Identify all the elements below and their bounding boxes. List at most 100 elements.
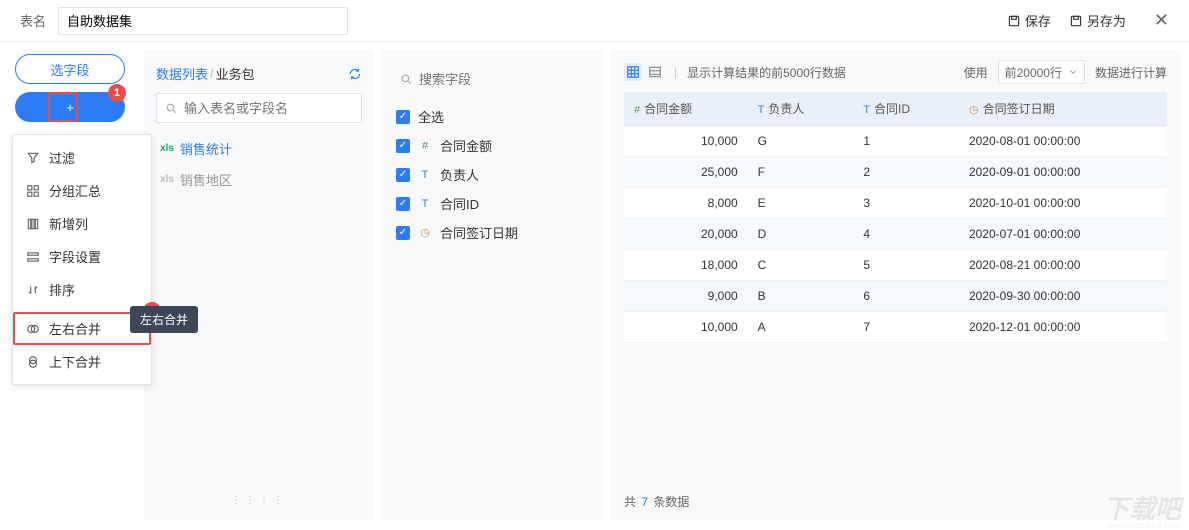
preview-hint: 显示计算结果的前5000行数据 xyxy=(687,64,846,81)
field-label: 合同签订日期 xyxy=(440,223,518,242)
menu-sort[interactable]: 排序 xyxy=(13,273,151,306)
menu-hjoin-label: 左右合并 xyxy=(49,319,101,338)
cell-person: F xyxy=(748,157,854,188)
preview-panel: | 显示计算结果的前5000行数据 使用 前20000行 数据进行计算 #合同金… xyxy=(610,50,1181,520)
col-date[interactable]: ◷ 合同签订日期 xyxy=(959,92,1167,126)
refresh-button[interactable] xyxy=(348,67,362,81)
field-search[interactable] xyxy=(394,64,590,94)
use-label: 使用 xyxy=(964,64,988,81)
cell-person: B xyxy=(748,281,854,312)
search-icon xyxy=(165,102,178,115)
fields-panel: ✓ 全选 ✓ # 合同金额 ✓ T 负责人 ✓ T 合同ID ✓ ◷ 合同签订日… xyxy=(382,50,602,520)
group-icon xyxy=(25,184,41,198)
table-item-label: 销售统计 xyxy=(180,139,232,158)
menu-sort-label: 排序 xyxy=(49,280,75,299)
field-person[interactable]: ✓ T 负责人 xyxy=(394,160,590,189)
table-row[interactable]: 10,000A72020-12-01 00:00:00 xyxy=(624,312,1167,343)
menu-group-label: 分组汇总 xyxy=(49,181,101,200)
field-search-input[interactable] xyxy=(419,72,595,87)
calc-label: 数据进行计算 xyxy=(1095,64,1167,81)
hjoin-icon xyxy=(25,322,41,336)
cell-date: 2020-08-21 00:00:00 xyxy=(959,250,1167,281)
rows-select[interactable]: 前20000行 xyxy=(998,60,1085,84)
table-row[interactable]: 10,000G12020-08-01 00:00:00 xyxy=(624,126,1167,157)
menu-filter[interactable]: 过滤 xyxy=(13,141,151,174)
field-contract-id[interactable]: ✓ T 合同ID xyxy=(394,189,590,218)
tables-panel: 数据列表 / 业务包 xls 销售统计 xls 销售地区 ⋮⋮⋮⋮ xyxy=(144,50,374,520)
select-fields-button[interactable]: 选字段 xyxy=(15,54,125,84)
save-button[interactable]: 保存 xyxy=(1007,11,1051,30)
menu-fieldset[interactable]: 字段设置 xyxy=(13,240,151,273)
cell-person: A xyxy=(748,312,854,343)
col-label: 合同签订日期 xyxy=(983,102,1055,116)
cell-amount: 18,000 xyxy=(624,250,748,281)
table-item-sales-region[interactable]: xls 销售地区 xyxy=(156,164,362,195)
menu-newcol[interactable]: 新增列 xyxy=(13,207,151,240)
col-amount[interactable]: #合同金额 xyxy=(624,92,748,126)
table-row[interactable]: 25,000F22020-09-01 00:00:00 xyxy=(624,157,1167,188)
sort-icon xyxy=(25,283,41,297)
field-label: 合同ID xyxy=(440,194,479,213)
checkbox-icon: ✓ xyxy=(396,226,410,240)
col-id[interactable]: T合同ID xyxy=(853,92,959,126)
table-search-input[interactable] xyxy=(184,101,360,116)
cell-id: 2 xyxy=(853,157,959,188)
table-search[interactable] xyxy=(156,93,362,123)
col-person[interactable]: T负责人 xyxy=(748,92,854,126)
table-header-row: #合同金额 T负责人 T合同ID ◷合同签订日期 xyxy=(624,92,1167,126)
checkbox-icon: ✓ xyxy=(396,197,410,211)
cell-amount: 20,000 xyxy=(624,219,748,250)
menu-group[interactable]: 分组汇总 xyxy=(13,174,151,207)
col-label: 负责人 xyxy=(768,102,804,116)
table-name-label: 表名 xyxy=(20,11,46,30)
field-label: 负责人 xyxy=(440,165,479,184)
cell-amount: 9,000 xyxy=(624,281,748,312)
footer-count: 7 xyxy=(641,495,648,509)
tab-biz-pkg[interactable]: 业务包 xyxy=(216,64,255,83)
field-all-label: 全选 xyxy=(418,107,444,126)
footer-suffix: 条数据 xyxy=(653,495,689,509)
text-type-icon: T xyxy=(418,198,432,210)
close-button[interactable]: ✕ xyxy=(1154,10,1169,31)
checkbox-icon: ✓ xyxy=(396,168,410,182)
cell-person: E xyxy=(748,188,854,219)
cell-date: 2020-09-30 00:00:00 xyxy=(959,281,1167,312)
refresh-icon xyxy=(348,67,362,81)
date-type-icon: ◷ xyxy=(969,104,979,116)
table-item-sales-stats[interactable]: xls 销售统计 xyxy=(156,133,362,164)
cell-date: 2020-10-01 00:00:00 xyxy=(959,188,1167,219)
cell-amount: 25,000 xyxy=(624,157,748,188)
cell-id: 5 xyxy=(853,250,959,281)
field-sign-date[interactable]: ✓ ◷ 合同签订日期 xyxy=(394,218,590,247)
table-row[interactable]: 20,000D42020-07-01 00:00:00 xyxy=(624,219,1167,250)
save-as-button[interactable]: 另存为 xyxy=(1069,11,1126,30)
cell-amount: 8,000 xyxy=(624,188,748,219)
hjoin-tooltip: 左右合并 xyxy=(130,306,198,333)
fieldset-icon xyxy=(25,250,41,264)
table-row[interactable]: 9,000B62020-09-30 00:00:00 xyxy=(624,281,1167,312)
list-view-button[interactable] xyxy=(646,63,664,81)
tab-separator: / xyxy=(210,66,214,81)
field-amount[interactable]: ✓ # 合同金额 xyxy=(394,131,590,160)
menu-vjoin[interactable]: 上下合并 xyxy=(13,345,151,378)
cell-person: G xyxy=(748,126,854,157)
table-row[interactable]: 8,000E32020-10-01 00:00:00 xyxy=(624,188,1167,219)
tab-data-list[interactable]: 数据列表 xyxy=(156,64,208,83)
field-select-all[interactable]: ✓ 全选 xyxy=(394,102,590,131)
cell-id: 6 xyxy=(853,281,959,312)
grid-view-button[interactable] xyxy=(624,63,642,81)
table-row[interactable]: 18,000C52020-08-21 00:00:00 xyxy=(624,250,1167,281)
callout-badge-1: 1 xyxy=(108,84,126,102)
cell-date: 2020-09-01 00:00:00 xyxy=(959,157,1167,188)
select-fields-label: 选字段 xyxy=(50,60,89,79)
chevron-down-icon xyxy=(1068,67,1078,77)
save-icon xyxy=(1007,14,1021,28)
cell-id: 7 xyxy=(853,312,959,343)
save-as-icon xyxy=(1069,14,1083,28)
table-name-input[interactable] xyxy=(58,7,348,35)
field-label: 合同金额 xyxy=(440,136,492,155)
newcol-icon xyxy=(25,217,41,231)
plus-icon: + xyxy=(66,100,74,115)
text-type-icon: T xyxy=(863,104,870,116)
drag-handle[interactable]: ⋮⋮⋮⋮ xyxy=(156,495,362,506)
